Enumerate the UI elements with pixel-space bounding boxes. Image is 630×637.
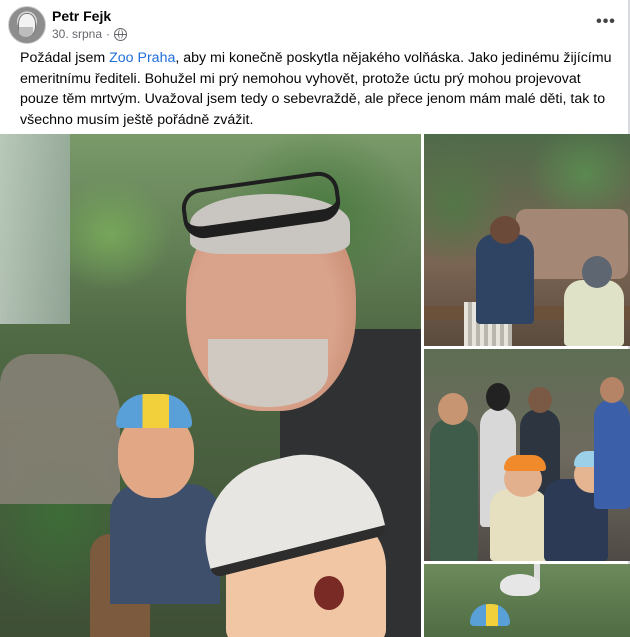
facebook-post: Petr Fejk 30. srpna · ••• Požádal jsem Z… (0, 0, 630, 637)
photo-main-selfie[interactable] (0, 134, 421, 637)
post-text: Požádal jsem Zoo Praha, aby mi konečně p… (20, 48, 620, 130)
photo4-child-cap (470, 604, 510, 626)
photo-children-at-railing[interactable] (424, 134, 630, 346)
photo-child2-mouth (314, 576, 344, 610)
photo2-child1-body (476, 234, 534, 324)
post-meta: 30. srpna · (52, 27, 128, 41)
photo3-woman-dress (430, 419, 478, 561)
globe-icon[interactable] (114, 27, 128, 41)
photo3-person-head (528, 387, 552, 413)
photo-child1-cap (116, 394, 192, 428)
photo3-woman-head (438, 393, 468, 425)
meta-separator: · (106, 27, 111, 41)
photo3-person-blue-head (600, 377, 624, 403)
photo2-child2-body (564, 280, 624, 346)
photo3-child1-cap (504, 455, 546, 471)
photo2-child1-head (490, 216, 520, 244)
zoo-praha-link[interactable]: Zoo Praha (109, 50, 175, 66)
more-options-icon[interactable]: ••• (594, 10, 618, 34)
post-header: Petr Fejk 30. srpna · ••• (8, 6, 620, 46)
photo-child1-body (110, 484, 220, 604)
photo-rock (0, 354, 120, 504)
photo3-person-blue (594, 399, 630, 509)
author-avatar[interactable] (8, 6, 46, 44)
avatar-beard (19, 27, 33, 37)
photo4-stork (500, 574, 540, 596)
author-name[interactable]: Petr Fejk (52, 8, 111, 24)
post-text-start: Požádal jsem (20, 50, 110, 66)
photo3-child1-body (490, 489, 548, 561)
photo-grid (0, 134, 630, 637)
photo-crowd[interactable] (424, 349, 630, 561)
post-date[interactable]: 30. srpna (52, 27, 102, 41)
photo-glass-wall (0, 134, 70, 324)
photo-man-beard (208, 339, 328, 407)
photo2-child2-head (582, 256, 612, 288)
photo-stork[interactable] (424, 564, 630, 637)
photo3-person-hair (486, 383, 510, 411)
